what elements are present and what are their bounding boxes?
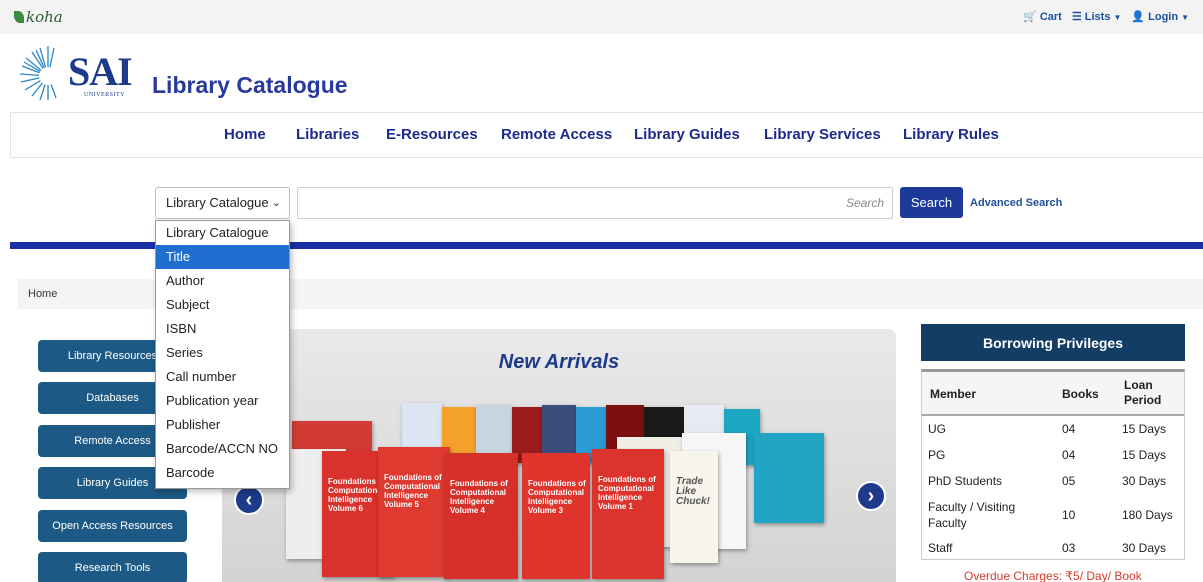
search-button[interactable]: Search: [900, 187, 963, 218]
nav-home[interactable]: Home: [224, 126, 266, 143]
nav-library-guides[interactable]: Library Guides: [634, 126, 740, 143]
sidebar-item-research-tools[interactable]: Research Tools: [38, 552, 187, 582]
member-cell: Faculty / Visiting Faculty: [928, 500, 1016, 530]
list-icon: ☰: [1071, 11, 1082, 23]
books-cell: 10: [1062, 508, 1076, 522]
dropdown-option[interactable]: Subject: [156, 293, 289, 317]
member-cell: PhD Students: [928, 474, 1003, 488]
search-index-select[interactable]: Library Catalogue ⌄: [155, 187, 290, 219]
user-icon: 👤: [1131, 11, 1146, 23]
column-header: Books: [1062, 387, 1099, 401]
dropdown-option[interactable]: Author: [156, 269, 289, 293]
lists-link[interactable]: ☰ Lists ▼: [1072, 10, 1122, 23]
nav-library-rules[interactable]: Library Rules: [903, 126, 999, 143]
dropdown-option[interactable]: ISBN: [156, 317, 289, 341]
book-title: Trade Like Chuck!: [676, 476, 710, 507]
search-index-value: Library Catalogue: [166, 195, 269, 210]
period-cell: 15 Days: [1122, 422, 1167, 436]
cart-icon: 🛒: [1023, 11, 1037, 23]
column-header: Member: [930, 387, 977, 401]
book-cover: Trade Like Chuck!: [670, 451, 718, 563]
member-cell: Staff: [928, 541, 953, 555]
site-title: Library Catalogue: [152, 72, 348, 98]
column-header: Loan Period: [1124, 378, 1162, 407]
nav-remote-access[interactable]: Remote Access: [501, 126, 612, 143]
books-cell: 04: [1062, 448, 1076, 462]
lists-label: Lists: [1084, 11, 1111, 23]
book-cover: [754, 433, 824, 523]
period-cell: 180 Days: [1122, 508, 1173, 522]
member-cell: PG: [928, 448, 946, 462]
book-title: Foundations of Computational Intelligenc…: [598, 475, 656, 511]
chevron-down-icon: ▼: [1181, 13, 1189, 22]
search-index-dropdown[interactable]: Library Catalogue Title Author Subject I…: [155, 220, 290, 489]
chevron-left-icon: ‹: [245, 489, 253, 511]
top-bar: koha 🛒 Cart ☰ Lists ▼ 👤 Login ▼: [0, 0, 1203, 34]
chevron-right-icon: ›: [867, 485, 875, 507]
privileges-title: Borrowing Privileges: [921, 324, 1185, 361]
dropdown-option[interactable]: Publisher: [156, 413, 289, 437]
koha-logo[interactable]: koha: [14, 8, 63, 26]
period-cell: 15 Days: [1122, 448, 1167, 462]
dropdown-option[interactable]: Call number: [156, 365, 289, 389]
books-cell: 05: [1062, 474, 1076, 488]
new-arrivals-carousel: New Arrivals Foundations of Computationa…: [222, 329, 896, 582]
carousel-title: New Arrivals: [498, 351, 620, 373]
search-placeholder: Search: [845, 196, 884, 210]
dropdown-option[interactable]: Barcode: [156, 461, 289, 485]
nav-libraries[interactable]: Libraries: [296, 126, 359, 143]
dropdown-option[interactable]: Barcode/ACCN NO: [156, 437, 289, 461]
nav-library-services[interactable]: Library Services: [764, 126, 881, 143]
book-title: Foundations of Computational Intelligenc…: [450, 479, 508, 515]
dropdown-option[interactable]: Series: [156, 341, 289, 365]
book-cover: Foundations of Computational Intelligenc…: [522, 453, 590, 579]
cart-label: Cart: [1039, 11, 1062, 23]
overdue-charges: Overdue Charges: ₹5/ Day/ Book: [964, 569, 1142, 582]
university-logo[interactable]: SAI UNIVERSITY: [18, 40, 136, 102]
books-cell: 04: [1062, 422, 1076, 436]
breadcrumb-home[interactable]: Home: [28, 288, 57, 300]
nav-e-resources[interactable]: E-Resources: [386, 126, 478, 143]
book-title: Foundations of Computational Intelligenc…: [528, 479, 586, 515]
table-header-row: Member Books Loan Period: [922, 372, 1184, 416]
sidebar-item-open-access[interactable]: Open Access Resources: [38, 510, 187, 542]
leaf-icon: [14, 11, 24, 23]
koha-brand-text: koha: [26, 8, 63, 26]
logo-wordmark: SAI: [68, 49, 133, 94]
dropdown-option[interactable]: Library Catalogue: [156, 221, 289, 245]
period-cell: 30 Days: [1122, 474, 1167, 488]
cart-link[interactable]: 🛒 Cart: [1023, 10, 1062, 23]
carousel-next-button[interactable]: ›: [856, 481, 886, 511]
privileges-table: Member Books Loan Period UG 04 15 Days P…: [921, 369, 1185, 560]
chevron-down-icon: ⌄: [271, 197, 281, 209]
book-title: Foundations of Computational Intelligenc…: [384, 473, 442, 509]
top-links: 🛒 Cart ☰ Lists ▼ 👤 Login ▼: [1023, 10, 1189, 23]
logo-subtext: UNIVERSITY: [84, 92, 125, 98]
carousel-prev-button[interactable]: ‹: [234, 485, 264, 515]
book-cover: Foundations of Computational Intelligenc…: [378, 447, 450, 577]
member-cell: UG: [928, 422, 946, 436]
main-nav: Home Libraries E-Resources Remote Access…: [10, 112, 1203, 158]
chevron-down-icon: ▼: [1113, 13, 1122, 22]
period-cell: 30 Days: [1122, 541, 1167, 555]
book-cover: Foundations of Computational Intelligenc…: [444, 453, 518, 579]
book-cover: Foundations of Computational Intelligenc…: [592, 449, 664, 579]
books-cell: 03: [1062, 541, 1076, 555]
login-link[interactable]: 👤 Login ▼: [1131, 10, 1189, 23]
login-label: Login: [1148, 11, 1179, 23]
dropdown-option[interactable]: Publication year: [156, 389, 289, 413]
dropdown-option-selected[interactable]: Title: [156, 245, 289, 269]
search-input[interactable]: Search: [297, 187, 893, 219]
advanced-search-link[interactable]: Advanced Search: [970, 197, 1062, 209]
